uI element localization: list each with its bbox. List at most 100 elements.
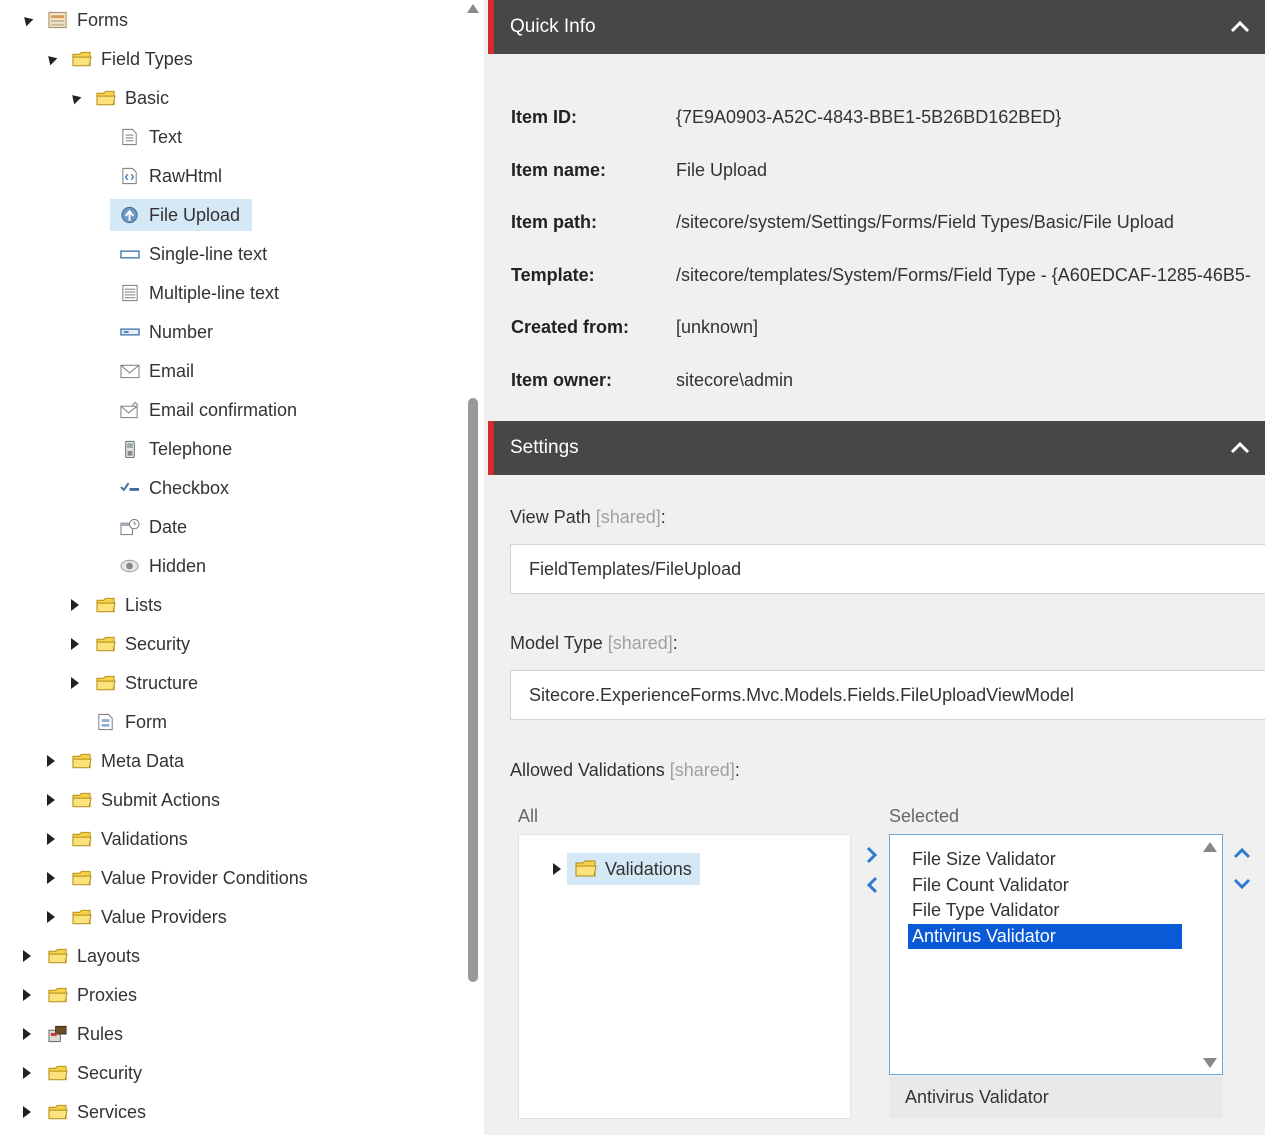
item-name-label: Item name: <box>511 160 607 180</box>
tree-node[interactable]: Email confirmation <box>0 395 460 425</box>
tree-node[interactable]: Validations <box>0 824 460 854</box>
expand-arrow-icon[interactable] <box>44 863 58 893</box>
tree-node-label: Single-line text <box>149 244 268 264</box>
tree-node[interactable]: File Upload <box>0 199 460 231</box>
validations-node-chip[interactable]: Validations <box>567 853 700 885</box>
expand-arrow-icon[interactable] <box>44 785 58 815</box>
expand-arrow-icon[interactable] <box>44 902 58 932</box>
tree-node[interactable]: Form <box>0 707 460 737</box>
expand-arrow-icon[interactable] <box>20 1019 34 1049</box>
tree-node[interactable]: Layouts <box>0 941 460 971</box>
selected-item-description: Antivirus Validator <box>889 1076 1223 1118</box>
folder-icon <box>48 987 68 1003</box>
folder-icon <box>48 948 68 964</box>
tree-node[interactable]: Structure <box>0 668 460 698</box>
chevron-up-icon[interactable] <box>1229 18 1251 36</box>
expand-arrow-icon[interactable] <box>44 824 58 854</box>
expand-arrow-icon[interactable] <box>20 941 34 971</box>
tree-scrollbar[interactable] <box>466 0 480 1135</box>
selected-option[interactable]: File Size Validator <box>908 847 1182 872</box>
tree-node[interactable]: Security <box>0 629 460 659</box>
tree-node[interactable]: Submit Actions <box>0 785 460 815</box>
document-icon <box>122 128 137 146</box>
tree-node[interactable]: Basic <box>0 83 460 113</box>
expand-arrow-icon[interactable] <box>20 1097 34 1127</box>
tree-node[interactable]: Multiple-line text <box>0 278 460 308</box>
folder-icon <box>72 831 92 847</box>
tree-node[interactable]: Field Types <box>0 44 460 74</box>
tree-node[interactable]: Number <box>0 317 460 347</box>
collapse-arrow-icon[interactable] <box>68 83 82 113</box>
tree-node[interactable]: Text <box>0 122 460 152</box>
quick-info-title: Quick Info <box>510 16 596 37</box>
add-right-arrow-icon[interactable] <box>864 845 880 865</box>
tree-node[interactable]: Proxies <box>0 980 460 1010</box>
tree-node[interactable]: Date <box>0 512 460 542</box>
all-validations-tree[interactable]: Validations <box>518 834 851 1119</box>
chevron-up-icon[interactable] <box>1229 439 1251 457</box>
tree-node[interactable]: Hidden <box>0 551 460 581</box>
selected-option[interactable]: File Count Validator <box>908 873 1182 898</box>
scroll-up-arrow-icon[interactable] <box>467 4 479 13</box>
view-path-input[interactable]: FieldTemplates/FileUpload <box>510 544 1265 594</box>
tree-node[interactable]: Services <box>0 1097 460 1127</box>
tree-node[interactable]: Rules <box>0 1019 460 1049</box>
tree-node[interactable]: Forms <box>0 5 460 35</box>
shared-tag: [shared] <box>669 760 735 780</box>
expand-arrow-icon[interactable] <box>68 668 82 698</box>
expand-arrow-icon[interactable] <box>20 980 34 1010</box>
all-column-label: All <box>518 806 539 826</box>
tree-node-label: Text <box>149 127 183 147</box>
tree-node[interactable]: Value Provider Conditions <box>0 863 460 893</box>
move-up-arrow-icon[interactable] <box>1232 845 1252 861</box>
expand-arrow-icon[interactable] <box>553 863 561 875</box>
list-scroll-down-icon[interactable] <box>1203 1058 1217 1068</box>
tree-node-label: Security <box>125 634 191 654</box>
tree-node-label: Email confirmation <box>149 400 298 420</box>
tree-node-label: Validations <box>101 829 188 849</box>
label-colon: : <box>660 507 666 527</box>
label-colon: : <box>672 633 678 653</box>
tree-node-label: Structure <box>125 673 199 693</box>
folder-icon <box>72 753 92 769</box>
tree-node[interactable]: Value Providers <box>0 902 460 932</box>
tree-node[interactable]: Checkbox <box>0 473 460 503</box>
tree-node[interactable]: Telephone <box>0 434 460 464</box>
folder-icon <box>48 1104 68 1120</box>
selected-validations-list[interactable]: File Size Validator File Count Validator… <box>889 834 1223 1075</box>
expand-arrow-icon[interactable] <box>68 629 82 659</box>
checkbox-icon <box>120 482 140 492</box>
template-link[interactable]: /sitecore/templates/System/Forms/Field T… <box>676 265 1251 286</box>
tree-node[interactable]: Single-line text <box>0 239 460 269</box>
expand-arrow-icon[interactable] <box>20 1058 34 1088</box>
tree-node[interactable]: Lists <box>0 590 460 620</box>
folder-icon <box>48 1065 68 1081</box>
tree-node-label: Submit Actions <box>101 790 221 810</box>
selected-option[interactable]: File Type Validator <box>908 898 1182 923</box>
list-scroll-up-icon[interactable] <box>1203 842 1217 852</box>
forms-icon <box>48 11 67 29</box>
model-type-input[interactable]: Sitecore.ExperienceForms.Mvc.Models.Fiel… <box>510 670 1265 720</box>
tree-node-label: Field Types <box>101 49 193 69</box>
tree-node[interactable]: Security <box>0 1058 460 1088</box>
selected-option-active[interactable]: Antivirus Validator <box>908 924 1182 949</box>
tree-node-label: Layouts <box>77 946 141 966</box>
move-down-arrow-icon[interactable] <box>1232 876 1252 892</box>
collapse-arrow-icon[interactable] <box>20 5 34 35</box>
tree-node-label: Number <box>149 322 214 342</box>
collapse-arrow-icon[interactable] <box>44 44 58 74</box>
expand-arrow-icon[interactable] <box>44 746 58 776</box>
tree-node[interactable]: Meta Data <box>0 746 460 776</box>
tree-node-label: File Upload <box>149 205 241 225</box>
expand-arrow-icon[interactable] <box>68 590 82 620</box>
settings-header[interactable]: Settings <box>488 421 1265 475</box>
tree-node[interactable]: Email <box>0 356 460 386</box>
folder-icon <box>575 860 597 877</box>
item-name-value: File Upload <box>676 160 768 180</box>
quick-info-header[interactable]: Quick Info <box>488 0 1265 54</box>
tree-node[interactable]: RawHtml <box>0 161 460 191</box>
validations-node-label: Validations <box>605 859 692 879</box>
remove-left-arrow-icon[interactable] <box>864 875 880 895</box>
tree-node-label: Telephone <box>149 439 233 459</box>
scroll-thumb[interactable] <box>468 398 478 982</box>
